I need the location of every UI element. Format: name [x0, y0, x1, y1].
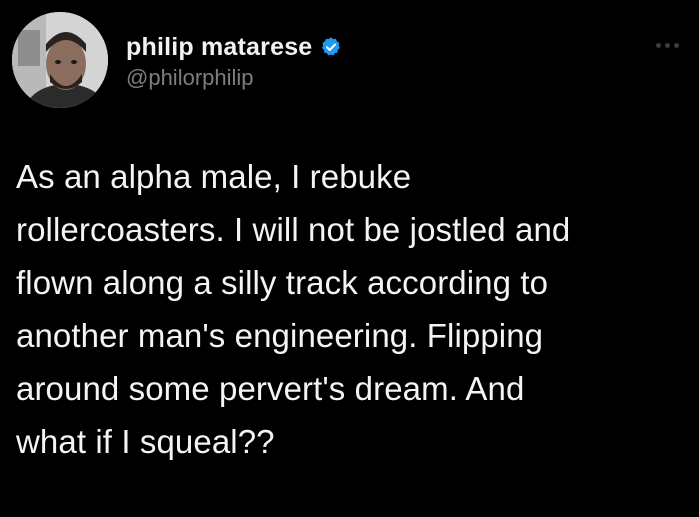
- author-info: philip matarese @philorphilip: [126, 32, 342, 92]
- tweet-header: philip matarese @philorphilip: [12, 12, 682, 112]
- avatar[interactable]: [12, 12, 108, 108]
- display-name-row: philip matarese: [126, 32, 342, 62]
- verified-badge-icon: [320, 36, 342, 58]
- handle[interactable]: @philorphilip: [126, 64, 342, 92]
- tweet-text: As an alpha male, I rebuke rollercoaster…: [16, 158, 571, 460]
- tweet-card: philip matarese @philorphilip As an alph…: [0, 0, 699, 517]
- more-options-icon[interactable]: [656, 40, 682, 50]
- display-name[interactable]: philip matarese: [126, 32, 312, 62]
